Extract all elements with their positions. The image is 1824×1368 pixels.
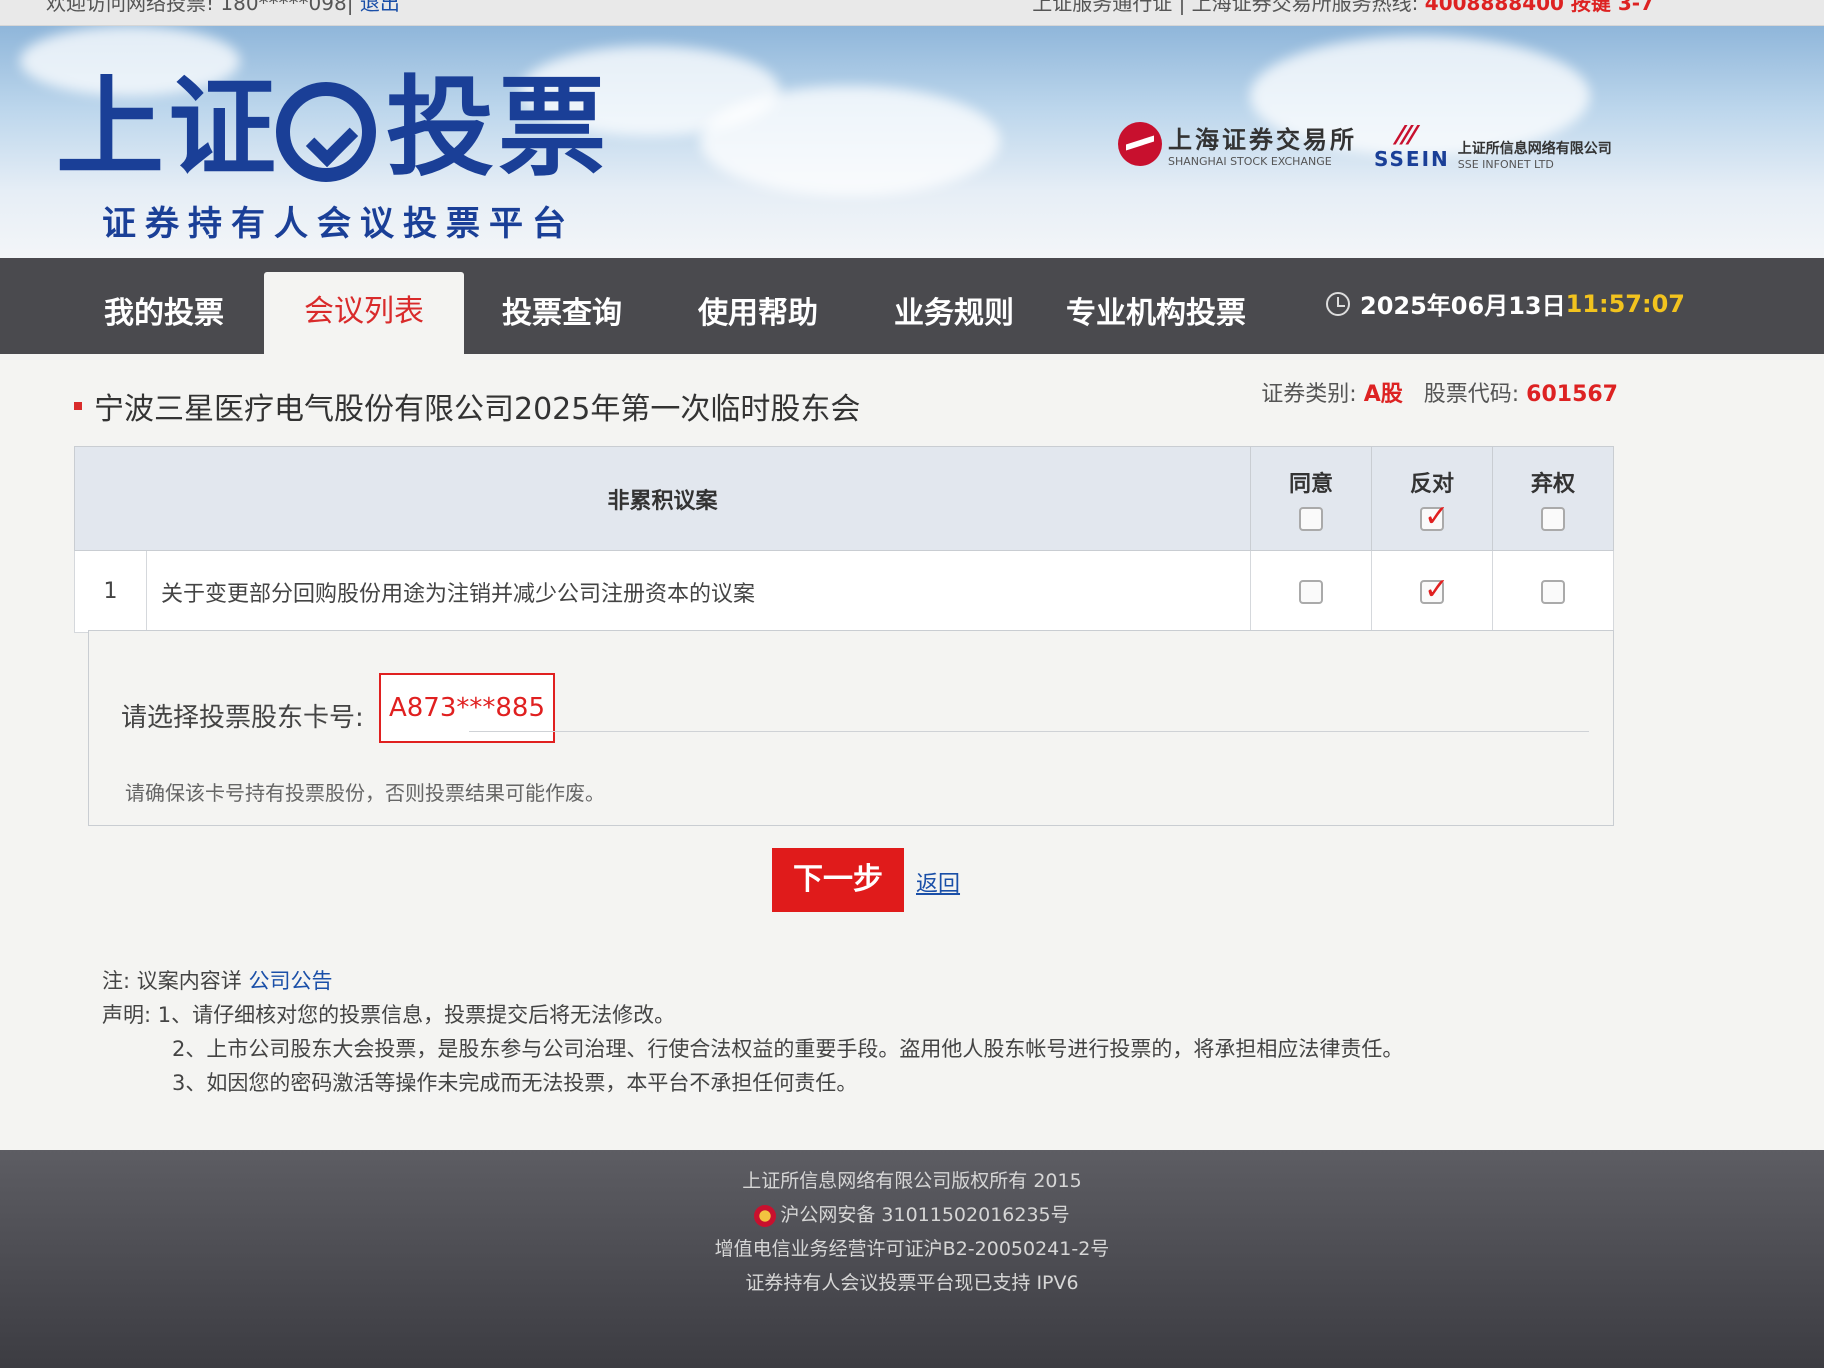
shareholder-card-select[interactable]: A873***885 [379,673,555,743]
sse-name-en: SHANGHAI STOCK EXCHANGE [1168,155,1332,168]
header-agree: 同意 [1250,446,1372,551]
main-nav: 我的投票 会议列表 投票查询 使用帮助 业务规则 专业机构投票 2025年06月… [0,258,1824,354]
sse-name-cn: 上海证券交易所 [1168,125,1357,154]
logout-link[interactable]: 退出 [360,0,400,15]
note-text: 议案内容详 [136,969,242,993]
oppose-all-checkbox[interactable] [1420,499,1449,534]
card-hint: 请确保该卡号持有投票股份，否则投票结果可能作废。 [125,781,605,805]
clock-date: 2025年06月13日 [1360,292,1566,320]
notes-section: 注: 议案内容详 公司公告 声明: 1、请仔细核对您的投票信息，投票提交后将无法… [102,964,1403,1100]
footer-police-row: 沪公网安备 31011502016235号 [0,1198,1824,1232]
row-oppose-cell [1371,550,1493,633]
police-badge-icon [754,1204,777,1227]
sec-type-label: 证券类别: [1261,382,1357,407]
ssein-logo: SSEIN 上证所信息网络有限公司 SSE INFONET LTD [1374,121,1612,171]
row-index: 1 [74,550,147,633]
vote-table: 非累积议案 同意 反对 弃权 1 关于变更部分回购股份用途为注销并减少公司注册资… [74,446,1614,633]
footer-police[interactable]: 沪公网安备 31011502016235号 [780,1204,1069,1226]
header-banner: 上证 投票 证券持有人会议投票平台 上海证券交易所 SHANGHAI STOCK… [0,26,1824,262]
declaration-row: 声明: 1、请仔细核对您的投票信息，投票提交后将无法修改。 [102,998,1403,1032]
header-abstain: 弃权 [1492,446,1614,551]
back-link[interactable]: 返回 [916,866,960,898]
sse-emblem-icon [1118,122,1162,166]
stock-code-value: 601567 [1526,382,1618,407]
header-oppose-label: 反对 [1409,472,1454,497]
header-abstain-label: 弃权 [1530,472,1575,497]
ssein-name-cn: 上证所信息网络有限公司 [1457,141,1612,157]
decl-item-3: 3、如因您的密码激活等操作未完成而无法投票，本平台不承担任何责任。 [172,1071,858,1095]
nav-help[interactable]: 使用帮助 [698,288,818,332]
hotline-prefix: 上证服务通行证 | 上海证券交易所服务热线: [1032,0,1419,15]
oppose-checkbox[interactable] [1420,572,1449,607]
stock-code-label: 股票代码: [1423,382,1520,407]
nav-rules[interactable]: 业务规则 [894,288,1014,332]
clock-time: 11:57:07 [1565,289,1685,318]
table-header-title: 非累积议案 [74,446,1251,551]
site-logo[interactable]: 上证 投票 [56,74,606,182]
header-agree-label: 同意 [1288,472,1333,497]
welcome-area: 欢迎访问网络投票! 180*****098| 退出 [46,0,400,16]
ssein-mark: SSEIN [1374,121,1450,171]
agree-checkbox[interactable] [1299,580,1323,604]
note-row: 注: 议案内容详 公司公告 [102,964,1403,998]
nav-vote-query[interactable]: 投票查询 [502,288,622,332]
next-step-button[interactable]: 下一步 [772,848,904,912]
clock-icon [1326,291,1350,316]
nav-institution-vote[interactable]: 专业机构投票 [1066,288,1246,332]
sse-logo: 上海证券交易所 SHANGHAI STOCK EXCHANGE [1118,120,1357,168]
server-clock: 2025年06月13日 11:57:07 [1326,286,1685,321]
top-bar: 欢迎访问网络投票! 180*****098| 退出 上证服务通行证 | 上海证券… [0,0,1824,26]
logo-text-right: 投票 [386,65,611,191]
abstain-checkbox[interactable] [1541,580,1565,604]
announcement-link[interactable]: 公司公告 [248,969,332,993]
hotline-area: 上证服务通行证 | 上海证券交易所服务热线: 4008888400 按键 3-7 [1032,0,1654,16]
e-check-logo-icon [276,82,376,182]
agree-all-checkbox[interactable] [1299,507,1323,531]
card-select-box: 请选择投票股东卡号: A873***885 请确保该卡号持有投票股份，否则投票结… [88,630,1614,826]
meeting-title-text: 宁波三星医疗电气股份有限公司2025年第一次临时股东会 [94,392,861,427]
table-header-row: 非累积议案 同意 反对 弃权 [74,446,1614,551]
meeting-title: 宁波三星医疗电气股份有限公司2025年第一次临时股东会 [74,384,860,428]
footer: 上证所信息网络有限公司版权所有 2015 沪公网安备 3101150201623… [0,1150,1824,1368]
note-prefix: 注: [102,969,131,993]
hotline-number: 4008888400 按键 3-7 [1424,0,1654,15]
proposal-text: 关于变更部分回购股份用途为注销并减少公司注册资本的议案 [146,550,1251,633]
security-info: 证券类别: A股 股票代码: 601567 [1261,376,1618,408]
bullet-icon [74,402,82,410]
card-select-label: 请选择投票股东卡号: [121,703,364,733]
sec-type-value: A股 [1363,382,1403,407]
decl-item-1: 1、请仔细核对您的投票信息，投票提交后将无法修改。 [157,1003,676,1027]
logo-text-left: 上证 [56,65,281,191]
nav-meeting-list[interactable]: 会议列表 [264,272,464,354]
header-oppose: 反对 [1371,446,1493,551]
logo-subtitle: 证券持有人会议投票平台 [102,204,575,244]
row-agree-cell [1250,550,1372,633]
footer-icp: 增值电信业务经营许可证沪B2-20050241-2号 [714,1238,1110,1260]
row-abstain-cell [1492,550,1614,633]
decl-prefix: 声明: [102,1003,152,1027]
ssein-name-en: SSE INFONET LTD [1457,158,1554,171]
footer-copyright: 上证所信息网络有限公司版权所有 2015 [742,1170,1082,1192]
decl-item-2: 2、上市公司股东大会投票，是股东参与公司治理、行使合法权益的重要手段。盗用他人股… [172,1037,1404,1061]
divider [469,731,1589,732]
table-row: 1 关于变更部分回购股份用途为注销并减少公司注册资本的议案 [74,550,1614,633]
welcome-text: 欢迎访问网络投票! 180*****098| [46,0,354,15]
footer-ipv6: 证券持有人会议投票平台现已支持 IPV6 [745,1272,1079,1294]
abstain-all-checkbox[interactable] [1541,507,1565,531]
nav-my-votes[interactable]: 我的投票 [104,288,224,332]
cloud-decoration [700,86,1000,196]
